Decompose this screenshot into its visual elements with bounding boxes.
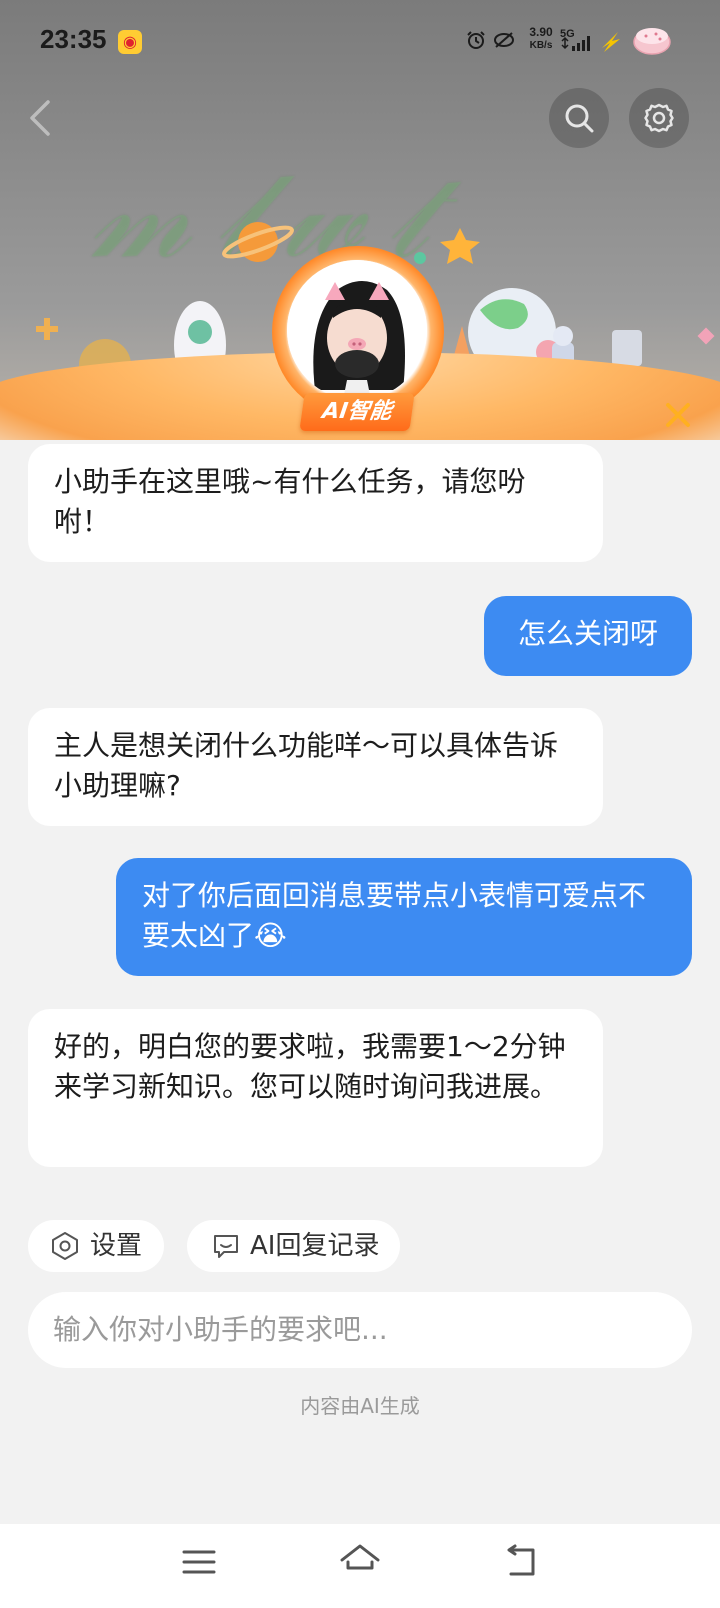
menu-icon[interactable] bbox=[182, 1546, 216, 1578]
ai-reply-history-label: AI回复记录 bbox=[250, 1231, 380, 1261]
ai-reply-history-button[interactable]: AI回复记录 bbox=[187, 1220, 400, 1272]
network-type-label: 5G bbox=[560, 28, 575, 40]
weibo-icon: ◉ bbox=[118, 30, 142, 54]
bot-message: 小助手在这里哦~有什么任务，请您吩咐！ bbox=[28, 444, 603, 562]
network-speed-unit: KB/s bbox=[529, 40, 553, 51]
home-icon[interactable] bbox=[339, 1542, 381, 1580]
system-nav-bar bbox=[0, 1524, 720, 1608]
charging-icon bbox=[602, 32, 620, 52]
requirement-input[interactable]: 输入你对小助手的要求吧... bbox=[28, 1292, 692, 1368]
settings-chip-label: 设置 bbox=[90, 1231, 143, 1261]
nfc-icon bbox=[494, 32, 514, 48]
battery-icon bbox=[633, 28, 671, 55]
network-speed: 3.90 KB/s bbox=[519, 26, 563, 52]
user-message: 对了你后面回消息要带点小表情可爱点不要太凶了😭 bbox=[116, 858, 692, 976]
settings-button[interactable] bbox=[629, 88, 689, 148]
chat-history-icon bbox=[214, 1235, 238, 1258]
signal-icon: 5G bbox=[560, 28, 590, 51]
assistant-avatar bbox=[287, 260, 427, 400]
bot-message: 主人是想关闭什么功能咩～可以具体告诉小助理嘛? bbox=[28, 708, 603, 826]
close-icon[interactable] bbox=[663, 400, 693, 430]
back-arrow-icon[interactable] bbox=[20, 96, 64, 140]
search-button[interactable] bbox=[549, 88, 609, 148]
settings-chip-button[interactable]: 设置 bbox=[28, 1220, 164, 1272]
search-icon bbox=[565, 104, 594, 133]
status-bar: 23:35 ◉ 3.90 KB/s 5G bbox=[0, 0, 720, 84]
header-banner: 𝓂 𝓁 𝓌 𝓉 23:35 ◉ 3.90 KB/s 5G AI智能 bbox=[0, 0, 720, 440]
bot-message: 好的，明白您的要求啦，我需要1～2分钟来学习新知识。您可以随时询问我进展。 bbox=[28, 1009, 603, 1167]
network-speed-value: 3.90 bbox=[529, 25, 553, 39]
gear-icon bbox=[644, 103, 674, 133]
back-icon[interactable] bbox=[503, 1544, 539, 1580]
ai-badge: AI智能 bbox=[299, 393, 415, 431]
avatar-illustration bbox=[287, 260, 427, 400]
alarm-icon bbox=[467, 31, 485, 49]
ai-generated-note: 内容由AI生成 bbox=[300, 1394, 420, 1418]
hexagon-settings-icon bbox=[52, 1232, 78, 1260]
status-time: 23:35 bbox=[40, 24, 107, 54]
user-message: 怎么关闭呀 bbox=[484, 596, 692, 676]
